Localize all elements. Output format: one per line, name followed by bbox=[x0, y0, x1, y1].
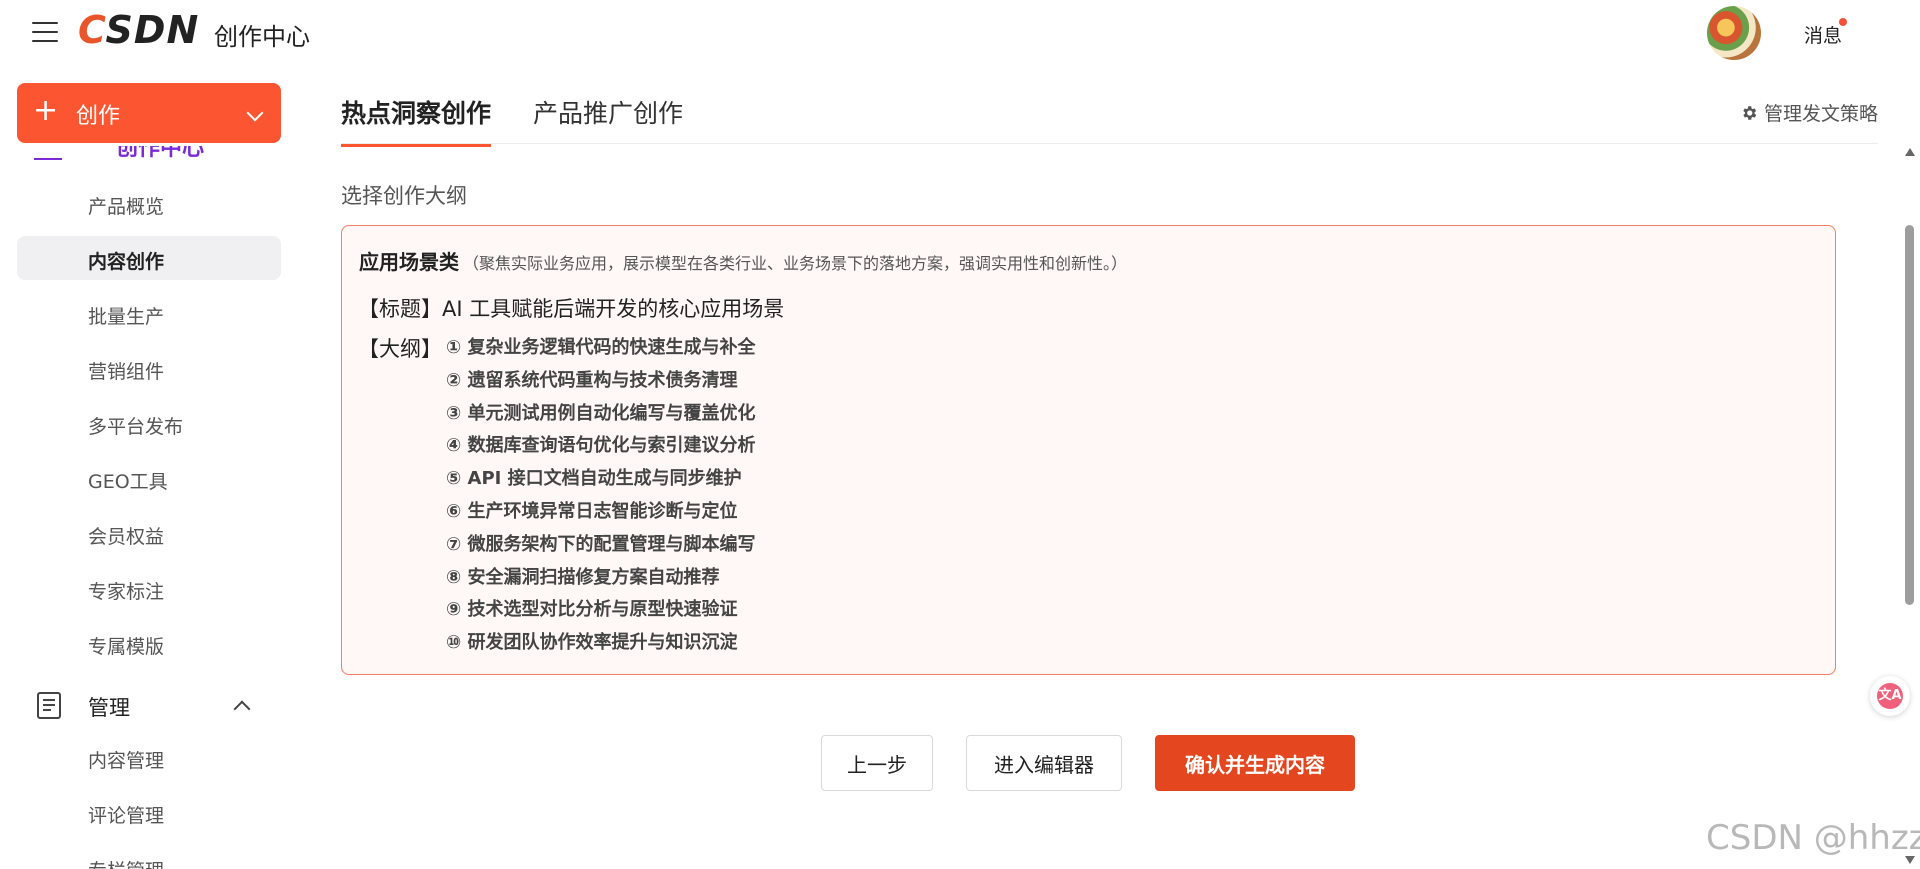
outline-item: ⑤ API 接口文档自动生成与同步维护 bbox=[446, 468, 742, 490]
sidebar-item-label: 评论管理 bbox=[88, 805, 165, 827]
outline-item: ⑩ 研发团队协作效率提升与知识沉淀 bbox=[446, 632, 738, 654]
sidebar-item-product-overview[interactable]: 产品概览 bbox=[17, 181, 281, 225]
card-header: 应用场景类 （聚焦实际业务应用，展示模型在各类行业、业务场景下的落地方案，强调实用… bbox=[359, 246, 1127, 275]
gear-icon bbox=[1743, 106, 1757, 120]
sidebar-item-content-creation[interactable]: 内容创作 bbox=[17, 236, 281, 280]
outline-item: ③ 单元测试用例自动化编写与覆盖优化 bbox=[446, 402, 756, 424]
site-title: 创作中心 bbox=[214, 23, 310, 51]
notification-dot bbox=[1839, 18, 1847, 26]
outline-item: ⑨ 技术选型对比分析与原型快速验证 bbox=[446, 599, 738, 621]
sidebar-item-exclusive-templates[interactable]: 专属模版 bbox=[17, 621, 281, 665]
sidebar-item-expert-annotation[interactable]: 专家标注 bbox=[17, 566, 281, 610]
chevron-down-icon bbox=[246, 104, 264, 122]
sidebar-group-manage[interactable]: 管理 bbox=[17, 682, 281, 726]
avatar[interactable] bbox=[1707, 6, 1761, 60]
outline-item: ⑥ 生产环境异常日志智能诊断与定位 bbox=[446, 500, 738, 522]
outline-item: ④ 数据库查询语句优化与索引建议分析 bbox=[446, 435, 756, 457]
manage-strategy-link[interactable]: 管理发文策略 bbox=[1740, 99, 1878, 126]
outline-item: ② 遗留系统代码重构与技术债务清理 bbox=[446, 369, 738, 391]
sidebar-item-geo-tools[interactable]: GEO工具 bbox=[17, 456, 281, 500]
sidebar-item-label: 专栏管理 bbox=[88, 856, 164, 869]
sidebar-item-label: 内容创作 bbox=[88, 251, 165, 273]
title-tag: 【标题】 bbox=[358, 297, 442, 321]
action-bar: 上一步 进入编辑器 确认并生成内容 bbox=[0, 735, 1920, 791]
confirm-generate-button[interactable]: 确认并生成内容 bbox=[1155, 735, 1355, 791]
card-description: （聚焦实际业务应用，展示模型在各类行业、业务场景下的落地方案，强调实用性和创新性… bbox=[463, 254, 1128, 273]
sidebar-item-batch-production[interactable]: 批量生产 bbox=[17, 291, 281, 335]
card-title-line: 【标题】AI 工具赋能后端开发的核心应用场景 bbox=[358, 293, 784, 323]
outline-item: ⑦ 微服务架构下的配置管理与脚本编写 bbox=[446, 533, 756, 555]
card-title: AI 工具赋能后端开发的核心应用场景 bbox=[442, 297, 785, 321]
partial-icon bbox=[34, 158, 62, 160]
section-label: 选择创作大纲 bbox=[341, 184, 467, 208]
outline-item: ① 复杂业务逻辑代码的快速生成与补全 bbox=[446, 337, 756, 358]
csdn-logo[interactable]: CSDN bbox=[78, 8, 199, 52]
create-button[interactable]: + 创作 bbox=[17, 83, 281, 143]
outline-list: ① 复杂业务逻辑代码的快速生成与补全 ② 遗留系统代码重构与技术债务清理 ③ 单… bbox=[446, 334, 756, 662]
card-category: 应用场景类 bbox=[359, 250, 459, 274]
creation-tabs: 热点洞察创作 产品推广创作 管理发文策略 bbox=[341, 64, 1878, 147]
top-bar: CSDN 创作中心 消息 bbox=[0, 0, 1920, 64]
scroll-up-arrow-icon[interactable] bbox=[1905, 148, 1915, 156]
tab-product-promotion[interactable]: 产品推广创作 bbox=[533, 94, 683, 144]
menu-icon[interactable] bbox=[32, 22, 58, 42]
create-button-label: 创作 bbox=[76, 104, 121, 129]
sidebar-item-label: 多平台发布 bbox=[88, 416, 184, 438]
sidebar-item-label: 专家标注 bbox=[88, 581, 165, 603]
document-icon bbox=[37, 692, 61, 719]
prev-step-button[interactable]: 上一步 bbox=[821, 735, 933, 791]
translate-icon: 文A bbox=[1877, 683, 1903, 709]
sidebar-item-partial[interactable]: 创作中心 bbox=[34, 146, 234, 162]
sidebar-item-label: 批量生产 bbox=[88, 306, 165, 328]
sidebar-item-label: 营销组件 bbox=[88, 361, 165, 383]
manage-strategy-label: 管理发文策略 bbox=[1763, 103, 1878, 125]
sidebar-group-label: 管理 bbox=[88, 696, 130, 720]
sidebar-item-comment-management[interactable]: 评论管理 bbox=[17, 790, 281, 834]
logo-prefix: C bbox=[78, 8, 106, 52]
open-editor-button[interactable]: 进入编辑器 bbox=[966, 735, 1122, 791]
sidebar-item-partial-label: 创作中心 bbox=[116, 146, 205, 161]
translate-button[interactable]: 文A bbox=[1870, 676, 1910, 716]
sidebar-item-member-benefits[interactable]: 会员权益 bbox=[17, 511, 281, 555]
scrollbar-thumb[interactable] bbox=[1905, 225, 1914, 605]
watermark: CSDN @hhzz bbox=[1706, 818, 1920, 858]
sidebar-item-marketing-components[interactable]: 营销组件 bbox=[17, 346, 281, 390]
sidebar-item-multi-platform[interactable]: 多平台发布 bbox=[17, 401, 281, 445]
outline-tag: 【大纲】 bbox=[358, 337, 442, 361]
messages-link[interactable]: 消息 bbox=[1804, 21, 1842, 48]
sidebar-item-label: 产品概览 bbox=[88, 196, 165, 218]
chevron-up-icon bbox=[233, 700, 251, 718]
sidebar-item-label: 专属模版 bbox=[88, 636, 165, 658]
plus-icon: + bbox=[33, 93, 59, 128]
sidebar-item-label: 会员权益 bbox=[88, 526, 165, 548]
outline-item: ⑧ 安全漏洞扫描修复方案自动推荐 bbox=[446, 566, 720, 588]
sidebar-item-label: GEO工具 bbox=[88, 471, 168, 493]
sidebar-item-column-management[interactable]: 专栏管理 bbox=[17, 845, 281, 869]
logo-rest: SDN bbox=[105, 8, 200, 52]
outline-card[interactable]: 应用场景类 （聚焦实际业务应用，展示模型在各类行业、业务场景下的落地方案，强调实用… bbox=[341, 225, 1836, 675]
tab-hot-insight[interactable]: 热点洞察创作 bbox=[341, 94, 492, 147]
